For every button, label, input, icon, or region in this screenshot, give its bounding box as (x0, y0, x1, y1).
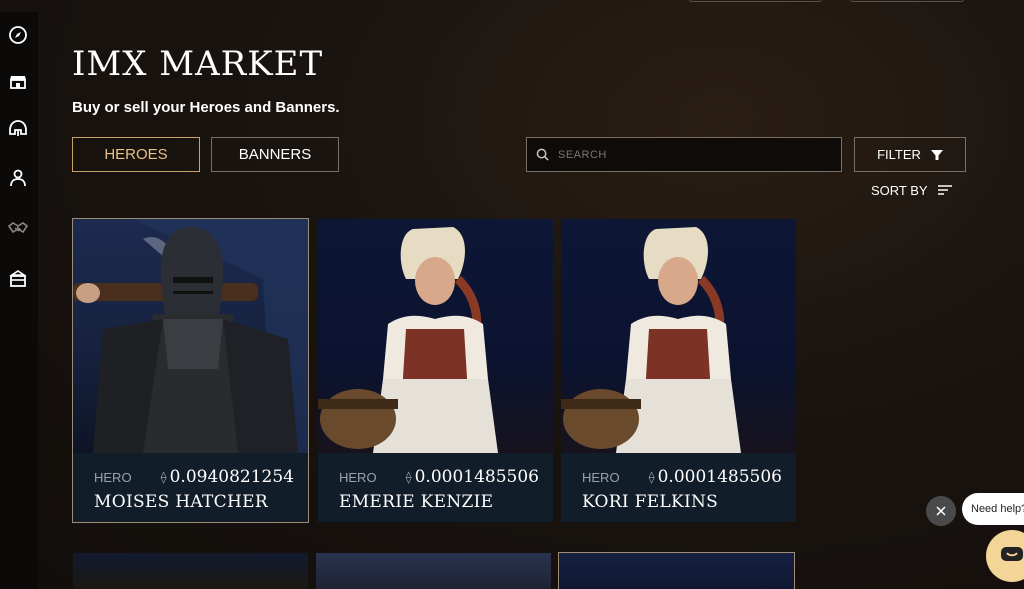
card-price: ⟠ 0.0001485506 (405, 467, 539, 487)
card-info: HERO ⟠ 0.0940821254 MOISES HATCHER (73, 453, 308, 522)
chat-icon[interactable] (986, 530, 1024, 582)
tab-banners[interactable]: BANNERS (211, 137, 339, 172)
filter-label: FILTER (877, 147, 921, 162)
hero-card[interactable]: HERO ⟠ 0.0940821254 MOISES HATCHER (72, 218, 309, 523)
page-subtitle: Buy or sell your Heroes and Banners. (72, 99, 340, 116)
hero-image (73, 219, 308, 453)
card-type: HERO (582, 469, 620, 485)
compass-icon[interactable] (7, 24, 29, 46)
sort-icon (937, 185, 952, 195)
card-price: ⟠ 0.0001485506 (648, 467, 782, 487)
tab-heroes[interactable]: HEROES (72, 137, 200, 172)
card-name: EMERIE KENZIE (339, 492, 494, 512)
help-bubble[interactable]: Need help? (962, 493, 1024, 525)
eth-icon: ⟠ (160, 470, 167, 484)
sort-by-label: SORT BY (871, 182, 928, 198)
page-title: IMX MARKET (72, 44, 324, 84)
search-input[interactable] (558, 148, 818, 161)
helmet-icon[interactable] (7, 118, 29, 140)
gift-icon[interactable] (7, 267, 29, 289)
hero-card-partial[interactable] (316, 553, 551, 589)
hero-card-partial[interactable] (558, 552, 795, 589)
hero-card-partial[interactable] (73, 553, 308, 589)
search-box[interactable] (526, 137, 842, 172)
filter-icon (930, 149, 943, 160)
hero-card[interactable]: HERO ⟠ 0.0001485506 KORI FELKINS (561, 219, 796, 522)
eth-icon: ⟠ (648, 470, 655, 484)
store-icon[interactable] (7, 70, 29, 92)
sidebar (0, 12, 38, 589)
card-name: MOISES HATCHER (94, 492, 268, 512)
filter-button[interactable]: FILTER (854, 137, 966, 172)
top-bar-button[interactable] (850, 0, 964, 2)
hero-image (318, 219, 553, 453)
card-name: KORI FELKINS (582, 492, 719, 512)
sort-by-button[interactable]: SORT BY (871, 181, 952, 199)
card-price: ⟠ 0.0940821254 (160, 467, 294, 487)
eth-icon: ⟠ (405, 470, 412, 484)
hero-image (561, 219, 796, 453)
handshake-icon[interactable] (7, 217, 29, 239)
hero-card[interactable]: HERO ⟠ 0.0001485506 EMERIE KENZIE (318, 219, 553, 522)
card-info: HERO ⟠ 0.0001485506 KORI FELKINS (561, 453, 796, 522)
search-icon (536, 148, 549, 161)
close-icon[interactable] (926, 496, 956, 526)
card-type: HERO (339, 469, 377, 485)
top-bar-control[interactable] (689, 0, 822, 2)
user-icon[interactable] (7, 167, 29, 189)
card-type: HERO (94, 469, 132, 485)
card-info: HERO ⟠ 0.0001485506 EMERIE KENZIE (318, 453, 553, 522)
